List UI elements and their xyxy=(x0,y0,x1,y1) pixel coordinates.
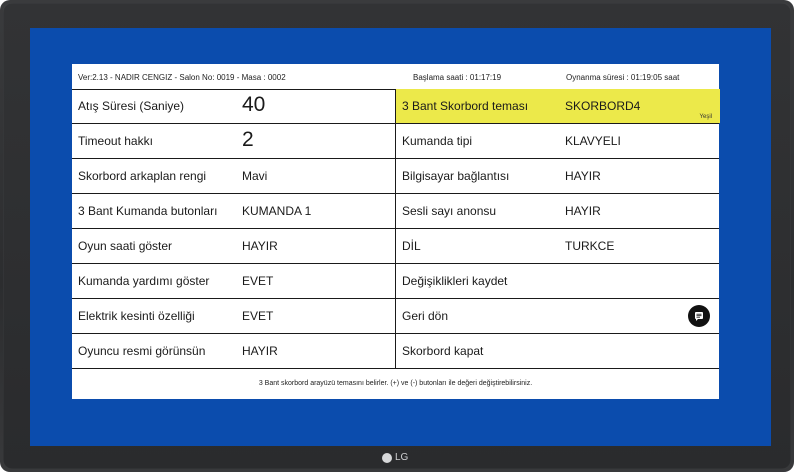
setting-label: 3 Bant Skorbord teması xyxy=(402,99,529,113)
setting-label: Oyun saati göster xyxy=(78,239,173,253)
save-changes-label: Değişiklikleri kaydet xyxy=(402,274,508,288)
setting-show-remote-help[interactable]: Kumanda yardımı göster EVET xyxy=(72,264,395,298)
close-scoreboard-button[interactable]: Skorbord kapat xyxy=(395,334,720,368)
setting-show-player-photo[interactable]: Oyuncu resmi görünsün HAYIR xyxy=(72,334,395,368)
setting-value: KUMANDA 1 xyxy=(242,204,312,218)
chat-bubble-icon[interactable] xyxy=(688,305,710,327)
settings-row: Oyuncu resmi görünsün HAYIR Skorbord kap… xyxy=(72,334,719,369)
setting-label: Sesli sayı anonsu xyxy=(402,204,497,218)
setting-value: Mavi xyxy=(242,169,268,183)
setting-label: Oyuncu resmi görünsün xyxy=(78,344,206,358)
setting-remote-type[interactable]: Kumanda tipi KLAVYELI xyxy=(395,124,720,158)
theme-color-label: Yeşil xyxy=(699,114,712,120)
setting-label: DİL xyxy=(402,239,421,253)
setting-value: 40 xyxy=(242,93,266,116)
screen: Ver:2.13 - NADIR CENGIZ - Salon No: 0019… xyxy=(30,28,771,446)
setting-value: EVET xyxy=(242,274,274,288)
settings-row: Oyun saati göster HAYIR DİL TURKCE xyxy=(72,229,719,264)
setting-label: 3 Bant Kumanda butonları xyxy=(78,204,218,218)
save-changes-button[interactable]: Değişiklikleri kaydet xyxy=(395,264,720,298)
play-duration: Oynanma süresi : 01:19:05 saat xyxy=(566,73,680,82)
setting-label: Kumanda tipi xyxy=(402,134,473,148)
setting-background-color[interactable]: Skorbord arkaplan rengi Mavi xyxy=(72,159,395,193)
go-back-button[interactable]: Geri dön xyxy=(395,299,720,333)
setting-timeout[interactable]: Timeout hakkı 2 xyxy=(72,124,395,158)
setting-shot-time[interactable]: Atış Süresi (Saniye) 40 xyxy=(72,89,395,123)
setting-value: 2 xyxy=(242,128,254,151)
settings-row: Atış Süresi (Saniye) 40 3 Bant Skorbord … xyxy=(72,89,720,124)
help-text: 3 Bant skorbord arayüzü temasını belirle… xyxy=(258,380,533,387)
setting-value: EVET xyxy=(242,309,274,323)
settings-panel: Ver:2.13 - NADIR CENGIZ - Salon No: 0019… xyxy=(72,64,720,399)
setting-value: HAYIR xyxy=(565,204,601,218)
start-time: Başlama saati : 01:17:19 xyxy=(413,73,502,82)
settings-row: Timeout hakkı 2 Kumanda tipi KLAVYELI xyxy=(72,124,719,159)
setting-label: Kumanda yardımı göster xyxy=(78,274,210,288)
status-header: Ver:2.13 - NADIR CENGIZ - Salon No: 0019… xyxy=(72,64,719,90)
setting-label: Skorbord arkaplan rengi xyxy=(78,169,207,183)
setting-scoreboard-theme[interactable]: 3 Bant Skorbord teması SKORBORD4 Yeşil xyxy=(395,89,720,123)
setting-value: SKORBORD4 xyxy=(565,99,641,113)
setting-language[interactable]: DİL TURKCE xyxy=(395,229,720,263)
setting-value: KLAVYELI xyxy=(565,134,621,148)
setting-value: HAYIR xyxy=(242,344,278,358)
settings-row: Elektrik kesinti özelliği EVET Geri dön xyxy=(72,299,719,334)
setting-label: Atış Süresi (Saniye) xyxy=(78,99,185,113)
setting-power-outage[interactable]: Elektrik kesinti özelliği EVET xyxy=(72,299,395,333)
settings-row: Skorbord arkaplan rengi Mavi Bilgisayar … xyxy=(72,159,719,194)
setting-label: Bilgisayar bağlantısı xyxy=(402,169,510,183)
settings-grid: Atış Süresi (Saniye) 40 3 Bant Skorbord … xyxy=(72,89,720,369)
setting-label: Elektrik kesinti özelliği xyxy=(78,309,195,323)
go-back-label: Geri dön xyxy=(402,309,449,323)
brand-name: LG xyxy=(395,452,409,463)
setting-value: HAYIR xyxy=(565,169,601,183)
setting-value: TURKCE xyxy=(565,239,615,253)
settings-row: Kumanda yardımı göster EVET Değişiklikle… xyxy=(72,264,719,299)
setting-voice-announce[interactable]: Sesli sayı anonsu HAYIR xyxy=(395,194,720,228)
lg-logo-icon xyxy=(382,452,392,463)
setting-show-game-clock[interactable]: Oyun saati göster HAYIR xyxy=(72,229,395,263)
settings-row: 3 Bant Kumanda butonları KUMANDA 1 Sesli… xyxy=(72,194,719,229)
version-info: Ver:2.13 - NADIR CENGIZ - Salon No: 0019… xyxy=(78,73,286,82)
setting-value: HAYIR xyxy=(242,239,278,253)
setting-remote-buttons[interactable]: 3 Bant Kumanda butonları KUMANDA 1 xyxy=(72,194,395,228)
setting-label: Timeout hakkı xyxy=(78,134,153,148)
setting-pc-connection[interactable]: Bilgisayar bağlantısı HAYIR xyxy=(395,159,720,193)
close-scoreboard-label: Skorbord kapat xyxy=(402,344,484,358)
brand-logo: LG xyxy=(382,452,408,463)
